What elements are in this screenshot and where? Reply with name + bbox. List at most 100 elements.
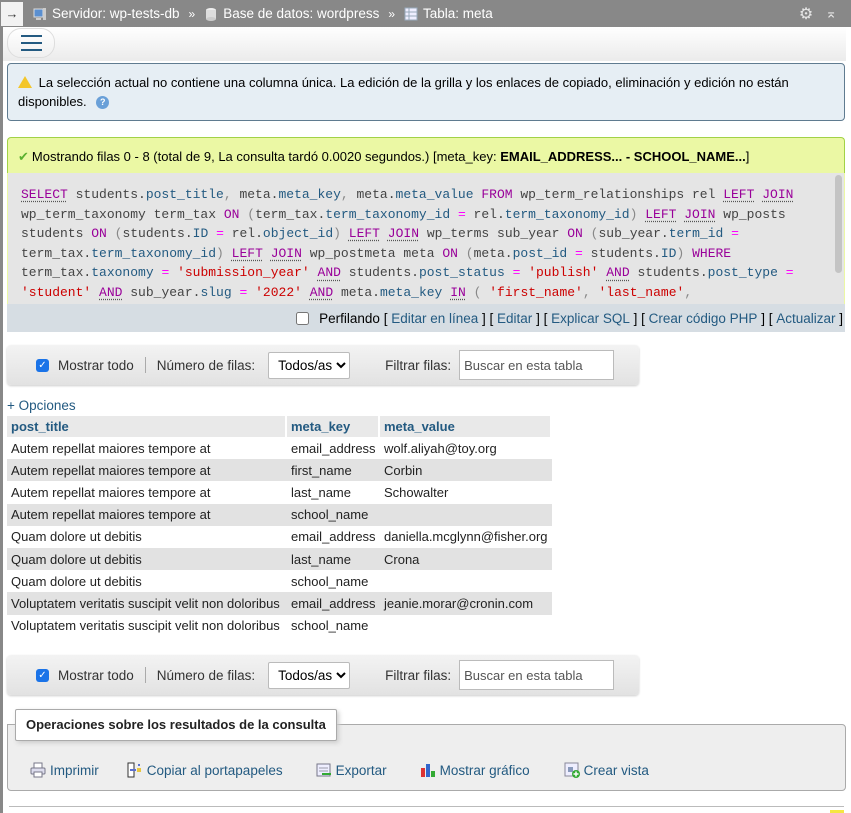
- table-icon: [404, 7, 418, 21]
- divider: [9, 806, 844, 807]
- breadcrumb-table[interactable]: Tabla: meta: [404, 6, 493, 21]
- success-close-bracket: ]: [745, 149, 750, 164]
- cell-meta-key: email_address: [287, 592, 380, 615]
- table-row: Quam dolore ut debitis email_address danie…: [7, 525, 552, 548]
- show-all-checkbox[interactable]: ✓: [36, 358, 49, 372]
- table-row: Autem repellat maiores tempore at last_na…: [7, 481, 552, 504]
- cell-meta-key: school_name: [287, 570, 380, 593]
- results-table: post_title meta_key meta_value Autem rep…: [7, 416, 552, 637]
- inline-edit-link[interactable]: Editar en línea: [391, 311, 478, 326]
- create-view-icon: [564, 762, 580, 778]
- hamburger-icon-bar: [20, 35, 42, 37]
- cell-meta-key: email_address: [287, 525, 380, 548]
- cell-post-title: Autem repellat maiores tempore at: [7, 503, 287, 526]
- server-icon: [33, 7, 47, 21]
- divider: [144, 667, 146, 683]
- filter-label: Filtrar filas:: [385, 357, 452, 373]
- unique-column-notice: La selección actual no contiene una colu…: [7, 63, 845, 121]
- breadcrumb-database-label: Base de datos: wordpress: [223, 6, 380, 21]
- print-label: Imprimir: [50, 762, 99, 778]
- top-breadcrumb-bar: → Servidor: wp-tests-db » Base de datos:…: [0, 0, 851, 27]
- create-php-code-link[interactable]: Crear código PHP: [649, 311, 758, 326]
- collapse-nav-button[interactable]: →: [1, 1, 23, 26]
- sql-query-box[interactable]: SELECT students.post_title, meta.meta_ke…: [7, 173, 845, 304]
- cell-meta-key: last_name: [287, 547, 380, 571]
- operations-links: Imprimir Copiar al portapapeles Exportar…: [30, 762, 649, 778]
- cell-meta-key: school_name: [287, 503, 380, 526]
- column-header-post-title[interactable]: post_title: [7, 416, 287, 437]
- create-view-label: Crear vista: [583, 762, 649, 778]
- breadcrumb-server-label: Servidor: wp-tests-db: [52, 6, 180, 21]
- export-label: Exportar: [335, 762, 387, 778]
- explain-sql-link[interactable]: Explicar SQL: [551, 311, 630, 326]
- cell-meta-key: email_address: [287, 437, 380, 460]
- create-view-link[interactable]: Crear vista: [564, 762, 649, 778]
- rows-label: Número de filas:: [156, 357, 256, 373]
- table-row: Autem repellat maiores tempore at email_a…: [7, 437, 552, 460]
- table-header-row: post_title meta_key meta_value: [7, 416, 552, 437]
- collapse-up-icon[interactable]: ⌅: [825, 5, 837, 22]
- rows-per-page-select[interactable]: Todos/as: [268, 661, 351, 689]
- success-text: Mostrando filas 0 - 8 (total de 9, La co…: [31, 149, 501, 164]
- rows-per-page-select[interactable]: Todos/as: [268, 351, 351, 379]
- divider: [144, 357, 146, 373]
- breadcrumb-database[interactable]: Base de datos: wordpress: [204, 6, 379, 21]
- copy-to-clipboard-link[interactable]: Copiar al portapapeles: [127, 762, 283, 778]
- cell-meta-value: Corbin: [380, 459, 552, 482]
- gear-icon[interactable]: ⚙: [799, 4, 813, 24]
- hamburger-icon-bar: [20, 42, 42, 44]
- notice-text: La selección actual no contiene una colu…: [18, 75, 789, 109]
- filter-rows-input[interactable]: [459, 350, 615, 380]
- clipboard-icon: [127, 762, 143, 778]
- cell-meta-value: wolf.aliyah@toy.org: [380, 437, 552, 460]
- table-row: Quam dolore ut debitis school_name: [7, 570, 552, 593]
- copy-to-clipboard-label: Copiar al portapapeles: [146, 762, 283, 778]
- table-row: Voluptatem veritatis suscipit velit non …: [7, 614, 552, 637]
- breadcrumb-separator: »: [188, 6, 196, 21]
- hamburger-icon-bar: [20, 49, 42, 51]
- database-icon: [204, 7, 218, 21]
- cell-meta-key: last_name: [287, 481, 380, 504]
- export-link[interactable]: Exportar: [316, 762, 387, 778]
- menu-toggle-button[interactable]: [7, 28, 55, 58]
- show-all-checkbox[interactable]: ✓: [36, 668, 49, 682]
- filter-rows-input[interactable]: [459, 660, 615, 690]
- column-header-meta-key[interactable]: meta_key: [287, 416, 380, 437]
- warning-icon: [18, 76, 32, 88]
- options-link[interactable]: + Opciones: [7, 398, 76, 413]
- edit-link[interactable]: Editar: [497, 311, 532, 326]
- cell-meta-value: [380, 570, 552, 593]
- cell-meta-value: [380, 614, 552, 637]
- export-icon: [316, 762, 332, 778]
- cell-meta-key: first_name: [287, 459, 380, 482]
- cell-post-title: Quam dolore ut debitis: [7, 525, 287, 548]
- success-range: EMAIL_ADDRESS... - SCHOOL_NAME...: [500, 149, 746, 164]
- cell-post-title: Quam dolore ut debitis: [7, 570, 287, 593]
- cell-meta-value: Crona: [380, 547, 552, 571]
- column-header-meta-value[interactable]: meta_value: [380, 416, 552, 437]
- arrow-right-icon: →: [5, 6, 19, 21]
- rows-label: Número de filas:: [156, 667, 256, 683]
- menu-strip: [3, 27, 846, 61]
- sql-scrollbar[interactable]: [835, 175, 842, 273]
- left-edge: [0, 0, 3, 813]
- refresh-link[interactable]: Actualizar: [776, 311, 835, 326]
- cell-post-title: Quam dolore ut debitis: [7, 547, 287, 571]
- chart-icon: [420, 762, 436, 778]
- profiling-label: Perfilando: [319, 310, 380, 326]
- print-link[interactable]: Imprimir: [30, 762, 99, 778]
- profiling-checkbox[interactable]: [296, 311, 310, 325]
- filter-label: Filtrar filas:: [385, 667, 452, 683]
- cell-post-title: Autem repellat maiores tempore at: [7, 459, 287, 482]
- breadcrumb-server[interactable]: Servidor: wp-tests-db: [33, 6, 180, 21]
- table-row: Autem repellat maiores tempore at first_n…: [7, 459, 552, 482]
- cell-post-title: Voluptatem veritatis suscipit velit non …: [7, 614, 287, 637]
- operations-title: Operaciones sobre los resultados de la c…: [15, 709, 337, 741]
- table-row: Quam dolore ut debitis last_name Crona: [7, 547, 552, 571]
- cell-meta-value: jeanie.morar@cronin.com: [380, 592, 552, 615]
- cell-post-title: Autem repellat maiores tempore at: [7, 481, 287, 504]
- help-icon[interactable]: ?: [96, 96, 110, 110]
- cell-meta-value: Schowalter: [380, 481, 552, 504]
- show-chart-link[interactable]: Mostrar gráfico: [420, 762, 530, 778]
- show-all-label: Mostrar todo: [58, 667, 134, 683]
